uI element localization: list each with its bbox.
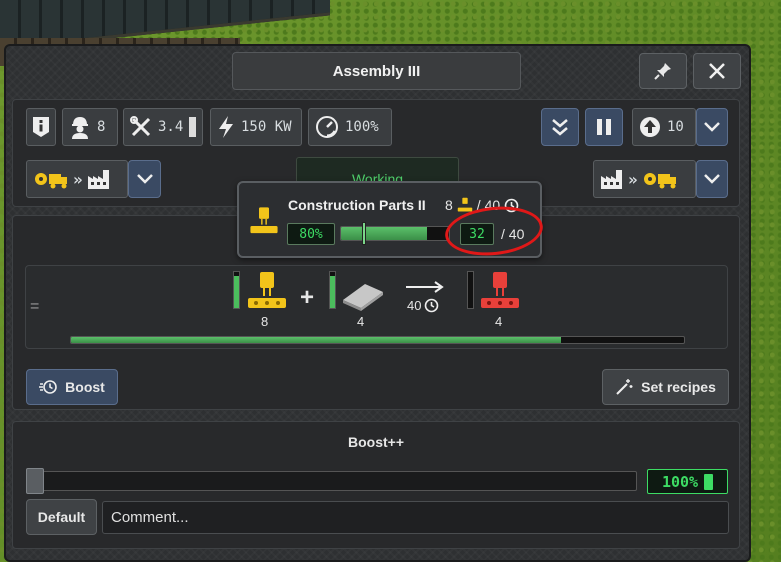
efficiency-stat[interactable]: 100% [308,108,392,146]
recipe-progress-bar [70,336,685,344]
tooltip-progress-fill [341,227,428,240]
set-recipes-button[interactable]: Set recipes [602,369,729,405]
flow-arrows-icon: » [73,169,83,189]
boostpp-value: 100% [661,472,699,491]
boostpp-slider[interactable] [26,471,637,491]
battery-icon [704,473,714,490]
recipe-progress-fill [71,337,562,343]
default-button[interactable]: Default [26,499,97,535]
priority-value: 10 [667,119,684,135]
boost-button[interactable]: Boost [26,369,118,405]
boostpp-value-display: 100% [647,469,728,494]
flow-arrows-icon: » [628,169,638,189]
chevron-down-icon [136,174,153,184]
pin-button[interactable] [639,53,687,89]
info-button[interactable] [26,108,56,146]
workers-value: 8 [97,119,106,135]
tooltip-progress-marker [362,222,366,245]
input1-qty: 8 [261,314,269,329]
worker-icon [72,117,88,139]
construction-parts-output-icon[interactable] [479,270,521,312]
double-chevron-down-icon [552,119,568,136]
power-value: 150 KW [241,119,292,135]
chevron-down-icon [704,122,720,132]
chevron-down-icon [704,174,720,184]
tooltip-rate-value: 8 [445,197,453,213]
recipe-equals: = [30,298,40,315]
output-qty: 4 [495,314,503,329]
efficiency-value: 100% [345,119,379,135]
construction-parts-icon [250,207,278,234]
tooltip-progress-bar [340,226,450,241]
factory-icon [87,170,109,189]
input1-buffer-fill [234,275,239,308]
steel-plate-icon[interactable] [341,280,385,312]
construction-parts-icon[interactable] [246,270,288,312]
maintenance-gauge [189,117,196,137]
boost-label: Boost [65,379,105,395]
window-title: Assembly III [232,52,521,90]
gauge-icon [316,116,338,138]
factory-icon [601,170,622,189]
maintenance-value: 3.4 [158,119,184,135]
output-buffer-bar [467,271,474,309]
truck-gear-icon [643,173,676,189]
pin-icon [654,63,671,80]
wrench-screwdriver-icon [130,116,151,137]
input-logistics[interactable]: » [26,160,128,198]
input2-qty: 4 [357,314,365,329]
input2-buffer-bar [329,271,336,309]
default-label: Default [37,509,86,525]
priority-dropdown-button[interactable] [696,108,728,146]
comment-input[interactable]: Comment... [102,501,729,534]
pause-button[interactable] [585,108,623,146]
output-logistics[interactable]: » [593,160,696,198]
lightning-icon [219,116,233,138]
clock-icon [425,298,439,313]
workers-stat[interactable]: 8 [62,108,118,146]
collapse-button[interactable] [541,108,579,146]
tooltip-efficiency-value: 80% [299,226,323,242]
magic-wand-icon [616,379,633,395]
tooltip-title: Construction Parts II [288,197,426,213]
close-icon [709,63,725,79]
maintenance-stat[interactable]: 3.4 [123,108,203,146]
set-recipes-label: Set recipes [641,379,716,395]
input2-buffer-fill [330,275,335,308]
input-logistics-dropdown[interactable] [128,160,161,198]
priority-stat[interactable]: 10 [632,108,696,146]
close-button[interactable] [693,53,741,89]
input1-buffer-bar [233,271,240,309]
boostpp-title: Boost++ [348,434,405,450]
window-title-text: Assembly III [332,62,421,80]
pause-icon [597,119,611,135]
arrow-up-circle-icon [640,117,660,137]
power-stat[interactable]: 150 KW [210,108,302,146]
output-logistics-dropdown[interactable] [696,160,728,198]
boost-clock-icon [39,380,57,394]
recipe-duration: 40 [407,298,439,313]
truck-gear-icon [35,173,67,189]
duration-value: 40 [407,298,422,313]
plus-symbol: + [300,284,315,311]
tooltip-efficiency: 80% [287,223,335,245]
arrow-right-icon [406,281,444,293]
info-icon [33,117,49,137]
boostpp-slider-handle[interactable] [26,468,44,494]
comment-placeholder: Comment... [111,509,189,526]
